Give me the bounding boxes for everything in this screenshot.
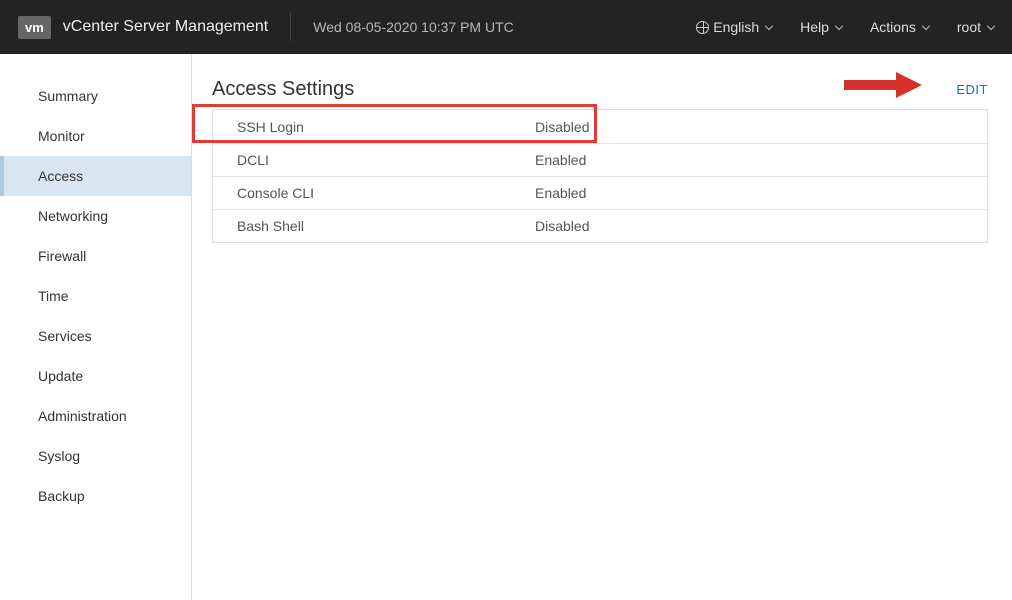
globe-icon xyxy=(696,21,709,34)
user-label: root xyxy=(957,19,981,35)
topbar: vm vCenter Server Management Wed 08-05-2… xyxy=(0,0,1012,54)
actions-menu[interactable]: Actions xyxy=(870,19,929,35)
sidebar-item-summary[interactable]: Summary xyxy=(0,76,191,116)
user-menu[interactable]: root xyxy=(957,19,994,35)
sidebar-item-monitor[interactable]: Monitor xyxy=(0,116,191,156)
timestamp: Wed 08-05-2020 10:37 PM UTC xyxy=(313,19,514,35)
help-label: Help xyxy=(800,19,829,35)
language-label: English xyxy=(713,19,759,35)
sidebar-item-time[interactable]: Time xyxy=(0,276,191,316)
settings-row: Bash ShellDisabled xyxy=(213,209,987,242)
setting-value: Disabled xyxy=(533,218,589,234)
sidebar-item-backup[interactable]: Backup xyxy=(0,476,191,516)
access-settings-table: SSH LoginDisabledDCLIEnabledConsole CLIE… xyxy=(212,109,988,243)
setting-value: Disabled xyxy=(533,119,589,135)
help-menu[interactable]: Help xyxy=(800,19,842,35)
setting-value: Enabled xyxy=(533,185,586,201)
actions-label: Actions xyxy=(870,19,916,35)
sidebar-item-networking[interactable]: Networking xyxy=(0,196,191,236)
app-title: vCenter Server Management xyxy=(63,18,268,36)
page-heading: Access Settings xyxy=(212,78,354,101)
main-content: Access Settings EDIT SSH LoginDisabledDC… xyxy=(192,54,1012,600)
vmware-logo: vm xyxy=(18,16,51,39)
setting-label: DCLI xyxy=(213,152,533,168)
sidebar-item-firewall[interactable]: Firewall xyxy=(0,236,191,276)
setting-label: Bash Shell xyxy=(213,218,533,234)
sidebar-item-access[interactable]: Access xyxy=(0,156,191,196)
setting-value: Enabled xyxy=(533,152,586,168)
settings-row: Console CLIEnabled xyxy=(213,176,987,209)
chevron-down-icon xyxy=(765,22,773,30)
sidebar-item-syslog[interactable]: Syslog xyxy=(0,436,191,476)
setting-label: Console CLI xyxy=(213,185,533,201)
edit-button[interactable]: EDIT xyxy=(956,82,988,97)
settings-row: DCLIEnabled xyxy=(213,143,987,176)
sidebar: SummaryMonitorAccessNetworkingFirewallTi… xyxy=(0,54,192,600)
sidebar-item-administration[interactable]: Administration xyxy=(0,396,191,436)
settings-row: SSH LoginDisabled xyxy=(213,110,987,143)
setting-label: SSH Login xyxy=(213,119,533,135)
language-menu[interactable]: English xyxy=(696,19,772,35)
chevron-down-icon xyxy=(835,22,843,30)
sidebar-item-update[interactable]: Update xyxy=(0,356,191,396)
chevron-down-icon xyxy=(987,22,995,30)
divider xyxy=(290,13,291,41)
chevron-down-icon xyxy=(922,22,930,30)
sidebar-item-services[interactable]: Services xyxy=(0,316,191,356)
